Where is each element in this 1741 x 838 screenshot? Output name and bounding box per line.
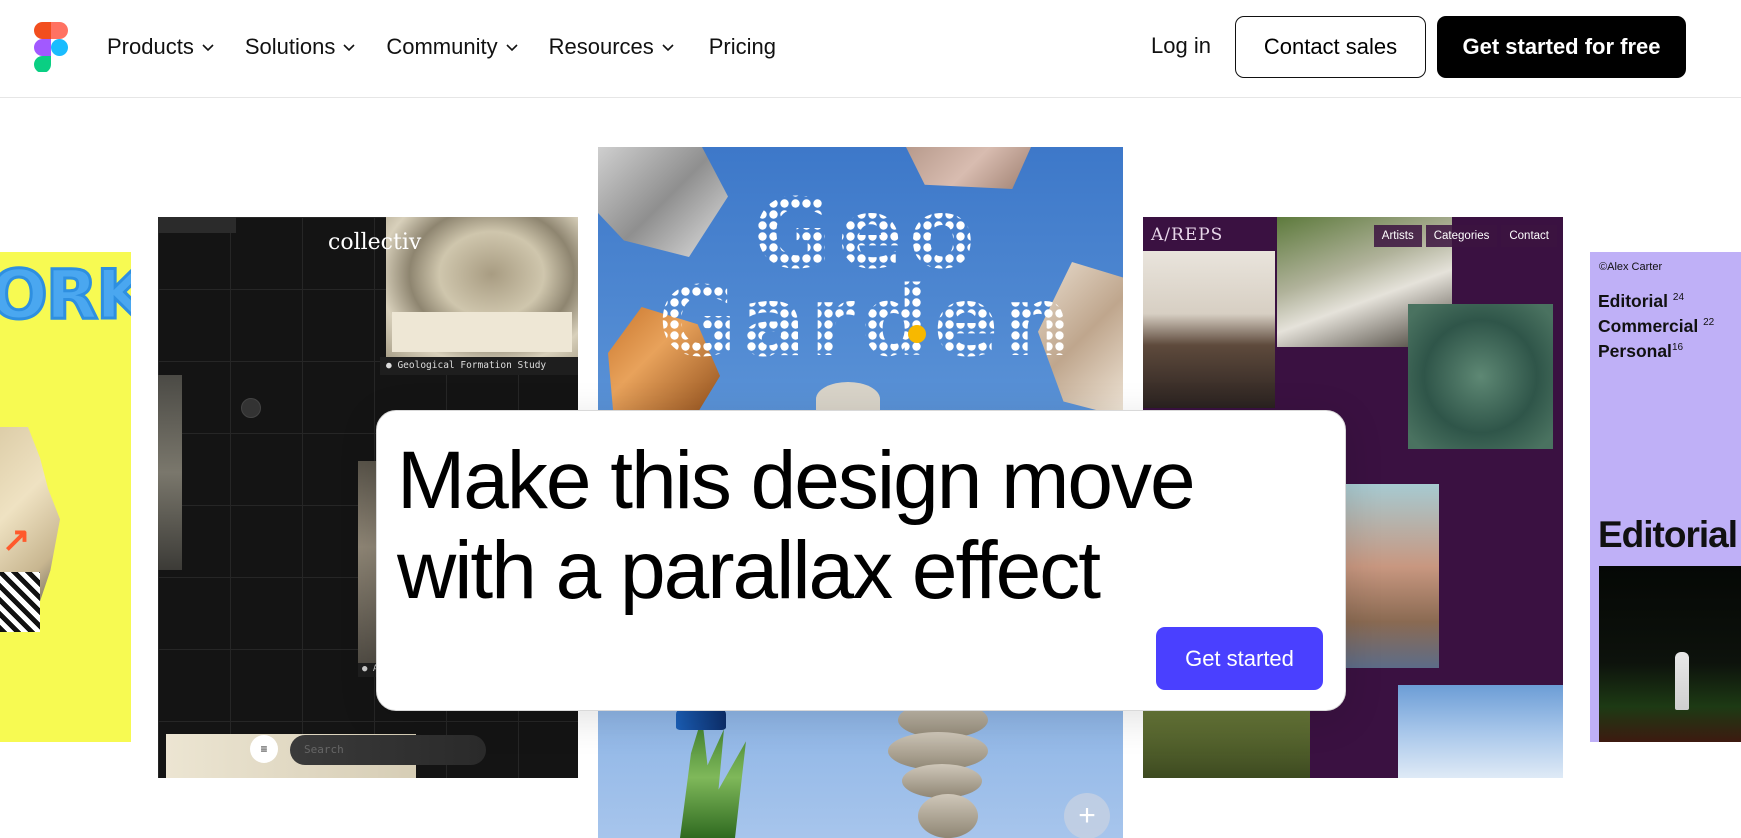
nav-resources-label: Resources	[548, 34, 654, 59]
category-count: 16	[1671, 341, 1684, 353]
cursor-dot-icon	[241, 398, 261, 418]
contact-sales-button[interactable]: Contact sales	[1235, 16, 1426, 78]
category-count: 22	[1703, 316, 1715, 328]
nav-solutions[interactable]: Solutions	[245, 34, 357, 60]
nav-community-label: Community	[386, 34, 498, 59]
category-label: Editorial	[1598, 290, 1669, 311]
category-label: Commercial	[1598, 315, 1699, 336]
field-image	[1143, 707, 1310, 778]
nav-community[interactable]: Community	[386, 34, 518, 60]
category-item: Personal16	[1598, 337, 1714, 362]
nav-products-label: Products	[107, 34, 194, 59]
areps-logo: A/REPS	[1151, 225, 1224, 245]
hand-in-water-image	[1408, 304, 1553, 449]
plus-icon[interactable]: +	[1064, 793, 1110, 838]
yellow-showcase-card: ORKS ↗	[0, 252, 131, 742]
nav-solutions-label: Solutions	[244, 34, 336, 59]
chevron-down-icon	[202, 44, 214, 52]
sky-image	[1398, 685, 1563, 778]
login-link[interactable]: Log in	[1151, 33, 1211, 59]
alex-carter-name: ©Alex Carter	[1599, 261, 1663, 273]
top-bar	[158, 217, 236, 233]
category-count: 24	[1672, 292, 1685, 303]
areps-nav-artists[interactable]: Artists	[1373, 225, 1422, 247]
collectiv-logo: collectiv	[328, 230, 422, 255]
night-field-image	[1599, 566, 1741, 742]
hand-with-ring-image	[1343, 484, 1439, 668]
archive-image-left	[158, 375, 182, 570]
category-item: Editorial 24	[1598, 287, 1714, 312]
get-started-button[interactable]: Get started	[1156, 627, 1323, 690]
geo-title-line2: Garden	[658, 266, 1075, 367]
striped-pattern	[0, 572, 40, 632]
rock-image	[906, 147, 1031, 189]
menu-icon[interactable]: ≡	[250, 735, 278, 763]
areps-nav-categories[interactable]: Categories	[1425, 225, 1498, 247]
search-input[interactable]: Search	[290, 735, 486, 765]
nav-products[interactable]: Products	[107, 34, 215, 60]
image-caption: ● Geological Formation Study	[380, 357, 578, 375]
stacked-stones-image	[888, 702, 998, 838]
site-header: Products Solutions Community Resources P…	[0, 0, 1741, 98]
category-item: Commercial 22	[1598, 312, 1714, 337]
prompt-text: Make this design move with a parallax ef…	[397, 435, 1196, 616]
figma-logo-icon[interactable]	[34, 22, 68, 73]
person-figure	[1675, 652, 1689, 710]
nav-resources[interactable]: Resources	[549, 34, 675, 60]
prompt-card: Make this design move with a parallax ef…	[376, 410, 1346, 711]
chevron-down-icon	[506, 44, 518, 52]
man-with-horse-image	[1143, 251, 1275, 408]
areps-nav-contact[interactable]: Contact	[1501, 225, 1557, 247]
alex-carter-showcase-card: ©Alex Carter Editorial 24 Commercial 22 …	[1590, 252, 1741, 742]
areps-nav: Artists Categories Contact	[1370, 225, 1557, 247]
nav-pricing[interactable]: Pricing	[709, 34, 776, 60]
category-list: Editorial 24 Commercial 22 Personal16	[1598, 287, 1714, 361]
nav-pricing-label: Pricing	[708, 34, 776, 59]
arrow-icon: ↗	[2, 521, 31, 559]
yellow-card-headline: ORKS	[0, 255, 131, 337]
geo-garden-title: Geo Garden	[658, 178, 1078, 378]
get-started-free-button[interactable]: Get started for free	[1437, 16, 1686, 78]
grass-image	[680, 717, 746, 838]
yellow-dot	[908, 325, 926, 343]
main-nav: Products Solutions Community Resources P…	[107, 0, 806, 94]
chevron-down-icon	[343, 44, 355, 52]
category-label: Personal	[1598, 340, 1672, 361]
editorial-heading: Editorial	[1598, 514, 1738, 555]
chevron-down-icon	[662, 44, 674, 52]
